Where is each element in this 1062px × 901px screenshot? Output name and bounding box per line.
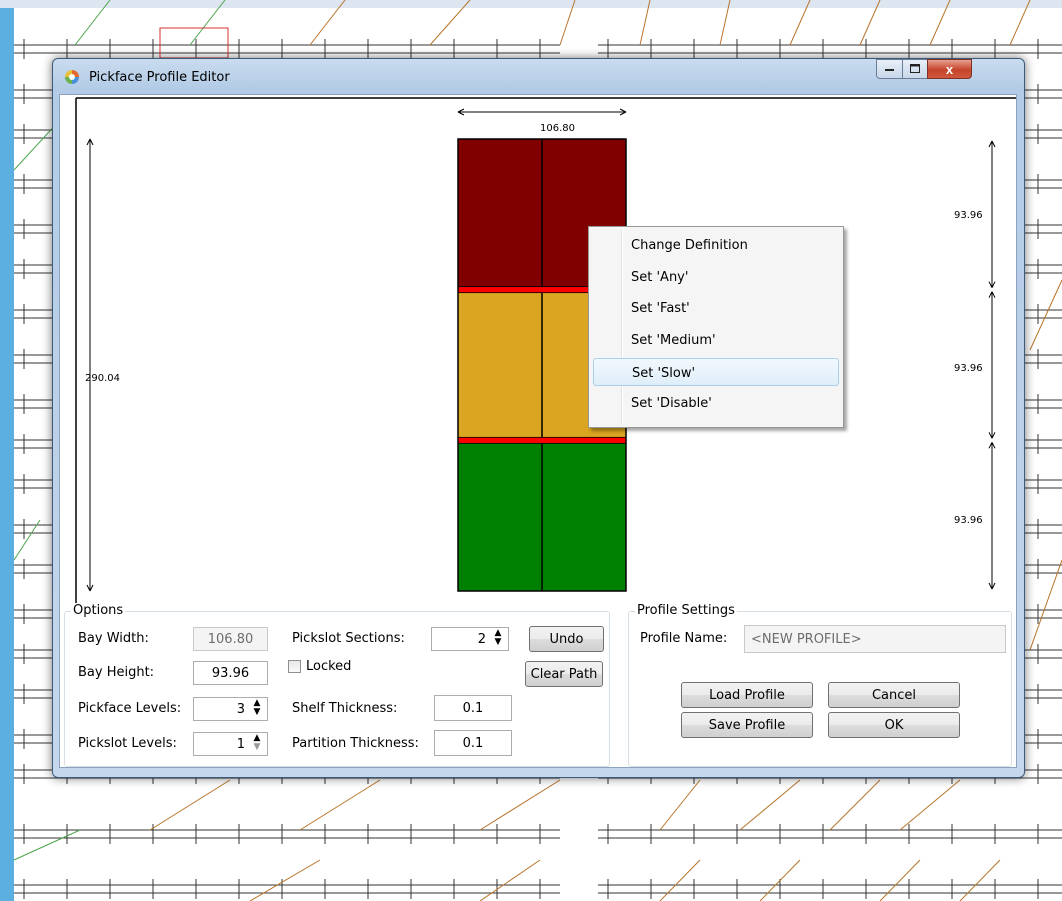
shelf-thickness-label: Shelf Thickness: bbox=[292, 701, 398, 716]
menu-item-set-slow[interactable]: Set 'Slow' bbox=[593, 358, 839, 386]
cancel-button[interactable]: Cancel bbox=[828, 682, 960, 708]
ok-button[interactable]: OK bbox=[828, 712, 960, 738]
options-group-title: Options bbox=[71, 603, 126, 618]
minimize-button[interactable] bbox=[876, 59, 903, 79]
path-line bbox=[249, 859, 321, 901]
undo-button[interactable]: Undo bbox=[529, 626, 604, 652]
top-edge-strip bbox=[0, 0, 1062, 8]
path-line bbox=[739, 779, 801, 831]
path-line bbox=[1029, 279, 1062, 351]
bay-height-field[interactable]: 93.96 bbox=[193, 661, 268, 685]
profile-name-label: Profile Name: bbox=[640, 631, 728, 646]
path-line bbox=[479, 859, 541, 901]
path-line bbox=[829, 779, 881, 831]
save-profile-button[interactable]: Save Profile bbox=[681, 712, 813, 738]
path-line bbox=[299, 779, 381, 831]
menu-item-set-fast[interactable]: Set 'Fast' bbox=[593, 294, 839, 322]
menu-item-set-any[interactable]: Set 'Any' bbox=[593, 263, 839, 291]
minimize-icon bbox=[884, 69, 894, 71]
partition-thickness-label: Partition Thickness: bbox=[292, 736, 419, 751]
spinner-arrows-icon[interactable]: ▲ ▼ bbox=[493, 629, 503, 647]
title-bar[interactable]: Pickface Profile Editor x bbox=[53, 59, 1024, 95]
menu-item-set-disable[interactable]: Set 'Disable' bbox=[593, 389, 839, 417]
pickslot-levels-label: Pickslot Levels: bbox=[78, 736, 177, 751]
close-icon: x bbox=[945, 61, 954, 77]
bay-width-label: Bay Width: bbox=[78, 631, 149, 646]
path-line bbox=[659, 779, 701, 831]
bay-width-field[interactable]: 106.80 bbox=[193, 627, 268, 651]
profile-name-field[interactable]: <NEW PROFILE> bbox=[744, 625, 1006, 653]
maximize-icon bbox=[909, 64, 920, 73]
bay-height-label: Bay Height: bbox=[78, 665, 155, 680]
path-line bbox=[479, 779, 561, 831]
total-height-dimension-label: 290.04 bbox=[85, 373, 120, 384]
clear-path-button[interactable]: Clear Path bbox=[525, 661, 603, 687]
load-profile-button[interactable]: Load Profile bbox=[681, 682, 813, 708]
editor-client-area: 106.80 290.04 93.96 93.96 93.96 Options … bbox=[59, 94, 1017, 768]
width-dimension-label: 106.80 bbox=[540, 123, 575, 134]
partition-thickness-field[interactable]: 0.1 bbox=[434, 730, 512, 756]
pickslot-sections-label: Pickslot Sections: bbox=[292, 631, 405, 646]
context-menu: Change Definition Set 'Any' Set 'Fast' S… bbox=[588, 226, 844, 428]
level-height-label-top: 93.96 bbox=[954, 210, 983, 221]
path-line bbox=[899, 779, 961, 831]
path-line bbox=[959, 859, 1001, 901]
spinner-arrows-icon[interactable]: ▲ ▼ bbox=[252, 699, 262, 717]
pickface-levels-stepper[interactable]: 3 ▲ ▼ bbox=[193, 697, 268, 721]
level-height-label-bottom: 93.96 bbox=[954, 515, 983, 526]
spinner-arrows-icon[interactable]: ▲ ▼ bbox=[252, 734, 262, 752]
path-line bbox=[879, 859, 921, 901]
pickface-profile-editor-window: Pickface Profile Editor x 106.80 290.04 … bbox=[52, 58, 1025, 778]
path-line bbox=[149, 779, 231, 831]
pickslot-levels-value: 1 bbox=[236, 737, 245, 752]
pickface-levels-value: 3 bbox=[236, 702, 245, 717]
pickslot-sections-value: 2 bbox=[477, 632, 486, 647]
pickslot-levels-stepper[interactable]: 1 ▲ ▼ bbox=[193, 732, 268, 756]
level-height-label-middle: 93.96 bbox=[954, 363, 983, 374]
app-icon bbox=[65, 70, 79, 84]
close-button[interactable]: x bbox=[927, 59, 972, 79]
shelf-divider bbox=[457, 436, 627, 444]
window-title: Pickface Profile Editor bbox=[89, 70, 230, 85]
shelf-thickness-field[interactable]: 0.1 bbox=[434, 695, 512, 721]
profile-settings-group-title: Profile Settings bbox=[635, 603, 737, 618]
left-edge-strip bbox=[0, 0, 14, 901]
locked-label: Locked bbox=[306, 659, 352, 674]
menu-item-set-medium[interactable]: Set 'Medium' bbox=[593, 326, 839, 354]
locked-checkbox[interactable] bbox=[288, 660, 301, 673]
pickslot-sections-stepper[interactable]: 2 ▲ ▼ bbox=[431, 627, 509, 651]
path-line bbox=[13, 519, 41, 561]
maximize-button[interactable] bbox=[902, 59, 928, 79]
menu-item-change-definition[interactable]: Change Definition bbox=[593, 231, 839, 259]
pickface-levels-label: Pickface Levels: bbox=[78, 701, 182, 716]
